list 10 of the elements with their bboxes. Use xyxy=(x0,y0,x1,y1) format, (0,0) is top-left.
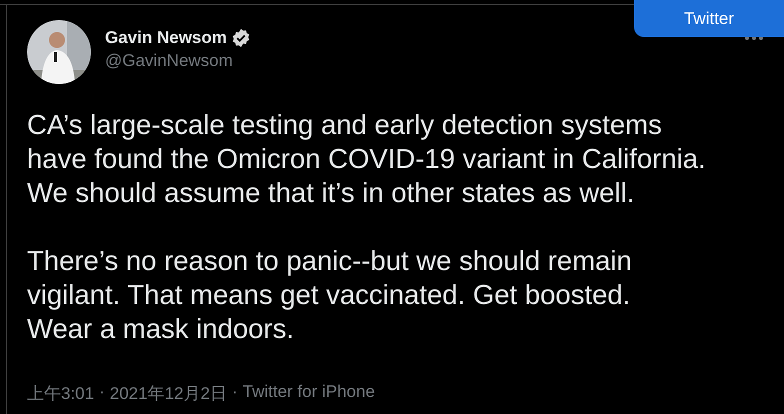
author-handle[interactable]: @GavinNewsom xyxy=(105,50,251,70)
tweet-date[interactable]: 2021年12月2日 xyxy=(110,382,227,405)
tweet-source[interactable]: Twitter for iPhone xyxy=(242,382,375,405)
tweet-paragraph: CA’s large-scale testing and early detection systems have found the Omicron COVID-19 variant in California. We should assume that it’s in other states as well. xyxy=(27,108,707,210)
author-name[interactable]: Gavin Newsom xyxy=(105,28,227,48)
separator-dot: · xyxy=(232,382,238,403)
tweet-paragraph: There’s no reason to panic--but we should remain vigilant. That means get vaccinated. Get boosted. Wear a mask indoors. xyxy=(27,244,633,346)
tweet-time[interactable]: 上午3:01 xyxy=(27,382,94,405)
twitter-button[interactable]: Twitter xyxy=(634,0,784,37)
separator-dot: · xyxy=(99,382,105,403)
